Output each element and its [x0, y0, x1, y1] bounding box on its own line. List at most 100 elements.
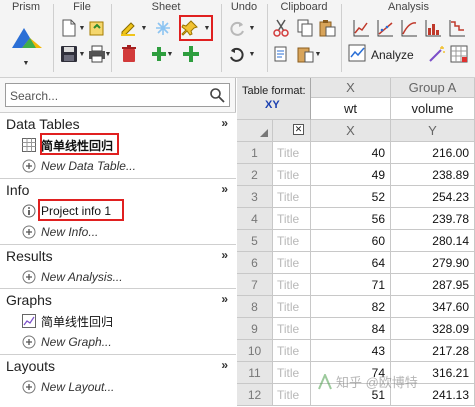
cell-y-value[interactable]: 279.90	[391, 252, 475, 274]
undo-icon[interactable]	[226, 43, 248, 65]
save-icon[interactable]	[58, 43, 80, 65]
analyze-button[interactable]: Analyze	[348, 44, 414, 65]
magic-wand-icon[interactable]	[426, 43, 448, 65]
row-number[interactable]: 9	[237, 318, 273, 340]
save-dropdown-icon[interactable]: ▼	[78, 43, 86, 65]
search-icon[interactable]	[209, 87, 225, 103]
cell-y-value[interactable]: 217.28	[391, 340, 475, 362]
open-file-icon[interactable]	[86, 17, 108, 39]
collapse-chevron-icon[interactable]: »	[221, 358, 228, 372]
cell-y-value[interactable]: 287.95	[391, 274, 475, 296]
regression-icon[interactable]	[374, 17, 396, 39]
paste-special-dropdown-icon[interactable]: ▼	[314, 43, 322, 65]
new-file-icon[interactable]	[58, 17, 80, 39]
nav-item-new-graph[interactable]: New Graph...	[22, 332, 112, 352]
cell-x-value[interactable]: 84	[311, 318, 391, 340]
prism-menu-dropdown-icon[interactable]: ▼	[22, 52, 30, 74]
collapse-chevron-icon[interactable]: »	[221, 248, 228, 262]
cell-x-value[interactable]: 43	[311, 340, 391, 362]
collapse-chevron-icon[interactable]: »	[221, 182, 228, 196]
copy-icon[interactable]	[294, 17, 316, 39]
cell-y-value[interactable]: 239.78	[391, 208, 475, 230]
cell-x-value[interactable]: 56	[311, 208, 391, 230]
nav-item-new-info[interactable]: New Info...	[22, 222, 98, 242]
new-file-dropdown-icon[interactable]: ▼	[78, 17, 86, 39]
search-input[interactable]: Search...	[10, 89, 58, 103]
row-title-cell[interactable]: Title	[273, 164, 311, 186]
row-number[interactable]: 11	[237, 362, 273, 384]
column-x-sub[interactable]: X	[311, 120, 391, 142]
cell-x-value[interactable]: 60	[311, 230, 391, 252]
snowflake-icon[interactable]	[152, 17, 174, 39]
cell-y-value[interactable]: 238.89	[391, 164, 475, 186]
row-title-cell[interactable]: Title	[273, 296, 311, 318]
row-number[interactable]: 4	[237, 208, 273, 230]
copy-special-icon[interactable]	[270, 43, 292, 65]
row-title-cell[interactable]: Title	[273, 252, 311, 274]
highlighter-dropdown-icon[interactable]: ▼	[140, 17, 148, 39]
prism-logo-icon[interactable]	[10, 22, 44, 52]
cell-y-value[interactable]: 328.09	[391, 318, 475, 340]
title-column-header[interactable]: ✕	[273, 120, 311, 142]
cut-icon[interactable]	[270, 17, 292, 39]
paste-icon[interactable]	[316, 17, 338, 39]
row-title-cell[interactable]: Title	[273, 362, 311, 384]
highlighter-pen-icon[interactable]	[118, 17, 140, 39]
column-group-a-name[interactable]: Group A	[391, 78, 475, 98]
grid-table-icon[interactable]	[448, 43, 470, 65]
nav-item-new-layout[interactable]: New Layout...	[22, 377, 114, 397]
column-x-title[interactable]: wt	[311, 98, 391, 120]
row-number[interactable]: 12	[237, 384, 273, 406]
cell-y-value[interactable]: 254.23	[391, 186, 475, 208]
section-layouts[interactable]: Layouts »	[0, 354, 236, 376]
row-title-cell[interactable]: Title	[273, 142, 311, 164]
add-column-plus-icon[interactable]	[180, 43, 202, 65]
redo-disabled-icon[interactable]	[226, 17, 248, 39]
undo-dropdown-icon[interactable]: ▼	[248, 43, 256, 65]
row-title-cell[interactable]: Title	[273, 274, 311, 296]
row-title-cell[interactable]: Title	[273, 340, 311, 362]
curve-fit-icon[interactable]	[398, 17, 420, 39]
nav-item-graph[interactable]: 简单线性回归	[22, 311, 113, 331]
cell-x-value[interactable]: 40	[311, 142, 391, 164]
row-number[interactable]: 5	[237, 230, 273, 252]
close-x-icon[interactable]: ✕	[293, 124, 304, 135]
row-number[interactable]: 7	[237, 274, 273, 296]
add-dropdown-icon[interactable]: ▼	[166, 43, 174, 65]
row-number[interactable]: 3	[237, 186, 273, 208]
survival-curve-icon[interactable]	[446, 17, 468, 39]
column-x-name[interactable]: X	[311, 78, 391, 98]
nav-item-new-data-table[interactable]: New Data Table...	[22, 156, 136, 176]
row-number[interactable]: 1	[237, 142, 273, 164]
histogram-icon[interactable]	[422, 17, 444, 39]
row-number[interactable]: 2	[237, 164, 273, 186]
cell-x-value[interactable]: 82	[311, 296, 391, 318]
cell-x-value[interactable]: 71	[311, 274, 391, 296]
paste-special-icon[interactable]	[294, 43, 316, 65]
cell-x-value[interactable]: 52	[311, 186, 391, 208]
section-graphs[interactable]: Graphs »	[0, 288, 236, 310]
section-results[interactable]: Results »	[0, 244, 236, 266]
collapse-chevron-icon[interactable]: »	[221, 116, 228, 130]
cell-y-value[interactable]: 347.60	[391, 296, 475, 318]
search-box[interactable]: Search...	[5, 83, 230, 107]
column-y-sub[interactable]: Y	[391, 120, 475, 142]
select-all-corner[interactable]	[237, 120, 273, 142]
collapse-chevron-icon[interactable]: »	[221, 292, 228, 306]
section-data-tables[interactable]: Data Tables »	[0, 112, 236, 134]
row-title-cell[interactable]: Title	[273, 186, 311, 208]
row-number[interactable]: 8	[237, 296, 273, 318]
row-number[interactable]: 10	[237, 340, 273, 362]
cell-x-value[interactable]: 64	[311, 252, 391, 274]
redo-dropdown-icon[interactable]: ▼	[248, 17, 256, 39]
xy-graph-icon[interactable]	[350, 17, 372, 39]
table-format-cell[interactable]: Table format: XY	[237, 78, 311, 120]
row-number[interactable]: 6	[237, 252, 273, 274]
nav-item-new-analysis[interactable]: New Analysis...	[22, 267, 123, 287]
row-title-cell[interactable]: Title	[273, 208, 311, 230]
row-title-cell[interactable]: Title	[273, 384, 311, 406]
cell-y-value[interactable]: 280.14	[391, 230, 475, 252]
cell-y-value[interactable]: 216.00	[391, 142, 475, 164]
cell-x-value[interactable]: 49	[311, 164, 391, 186]
row-title-cell[interactable]: Title	[273, 230, 311, 252]
